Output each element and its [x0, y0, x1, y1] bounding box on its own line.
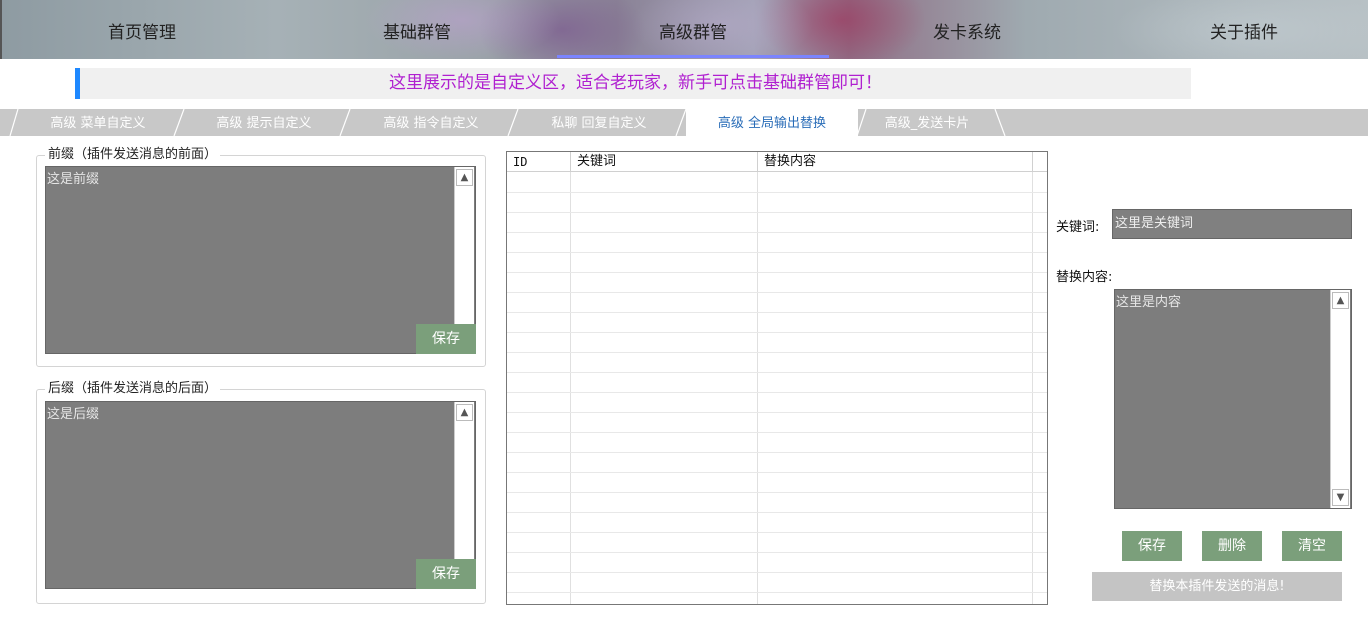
chevron-up-icon[interactable]: ▲: [1332, 292, 1349, 309]
table-row[interactable]: [507, 233, 1047, 253]
tab-global-replace[interactable]: 高级 全局输出替换: [686, 109, 858, 136]
nav-advanced-group[interactable]: 高级群管: [557, 0, 829, 59]
prefix-text: 这是前缀: [47, 172, 100, 187]
prefix-title: 前缀（插件发送消息的前面）: [45, 147, 221, 163]
content-label: 替换内容:: [1056, 270, 1113, 285]
nav-card-system[interactable]: 发卡系统: [867, 0, 1067, 59]
save-button[interactable]: 保存: [1122, 531, 1182, 561]
info-banner: 这里展示的是自定义区，适合老玩家，新手可点击基础群管即可！: [75, 68, 1191, 99]
prefix-scrollbar[interactable]: ▲: [454, 167, 474, 325]
chevron-up-icon[interactable]: ▲: [456, 169, 473, 186]
column-id[interactable]: ID: [507, 152, 571, 172]
suffix-scrollbar[interactable]: ▲: [454, 402, 474, 560]
tab-command-custom[interactable]: 高级 指令自定义: [350, 109, 512, 136]
table-row[interactable]: [507, 173, 1047, 193]
delete-button[interactable]: 删除: [1202, 531, 1262, 561]
table-row[interactable]: [507, 273, 1047, 293]
nav-about[interactable]: 关于插件: [1144, 0, 1344, 59]
keyword-input[interactable]: 这里是关键词: [1112, 209, 1352, 239]
tab-send-card[interactable]: 高级_发送卡片: [862, 109, 992, 136]
table-row[interactable]: [507, 453, 1047, 473]
tab-private-reply[interactable]: 私聊 回复自定义: [518, 109, 680, 136]
prefix-save-button[interactable]: 保存: [416, 324, 476, 354]
table-row[interactable]: [507, 193, 1047, 213]
content-textarea[interactable]: 这里是内容 ▲ ▼: [1114, 289, 1352, 509]
top-nav: 首页管理 基础群管 高级群管 发卡系统 关于插件: [0, 0, 1368, 59]
prefix-textarea[interactable]: 这是前缀 ▲ 保存: [45, 166, 476, 354]
column-keyword[interactable]: 关键词: [571, 152, 758, 172]
table-row[interactable]: [507, 433, 1047, 453]
tab-prompt-custom[interactable]: 高级 提示自定义: [184, 109, 344, 136]
chevron-up-icon[interactable]: ▲: [456, 404, 473, 421]
table-row[interactable]: [507, 553, 1047, 573]
table-row[interactable]: [507, 513, 1047, 533]
table-row[interactable]: [507, 213, 1047, 233]
content-scrollbar[interactable]: ▲ ▼: [1330, 290, 1350, 508]
suffix-textarea[interactable]: 这是后缀 ▲ 保存: [45, 401, 476, 589]
table-row[interactable]: [507, 373, 1047, 393]
table-row[interactable]: [507, 533, 1047, 553]
table-header: ID 关键词 替换内容: [507, 152, 1047, 172]
column-replacement[interactable]: 替换内容: [758, 152, 1033, 172]
table-row[interactable]: [507, 473, 1047, 493]
replace-table[interactable]: ID 关键词 替换内容: [506, 151, 1048, 605]
table-row[interactable]: [507, 353, 1047, 373]
table-row[interactable]: [507, 313, 1047, 333]
table-row[interactable]: [507, 493, 1047, 513]
nav-home[interactable]: 首页管理: [42, 0, 242, 59]
table-row[interactable]: [507, 293, 1047, 313]
chevron-down-icon[interactable]: ▼: [1332, 489, 1349, 506]
table-row[interactable]: [507, 393, 1047, 413]
table-row[interactable]: [507, 413, 1047, 433]
nav-basic-group[interactable]: 基础群管: [317, 0, 517, 59]
clear-button[interactable]: 清空: [1282, 531, 1342, 561]
table-row[interactable]: [507, 253, 1047, 273]
table-row[interactable]: [507, 333, 1047, 353]
suffix-save-button[interactable]: 保存: [416, 559, 476, 589]
content-text: 这里是内容: [1116, 295, 1182, 310]
table-row[interactable]: [507, 573, 1047, 593]
subtab-bar: 高级 菜单自定义 高级 提示自定义 高级 指令自定义 私聊 回复自定义 高级 全…: [0, 109, 1368, 136]
suffix-text: 这是后缀: [47, 407, 100, 422]
suffix-title: 后缀（插件发送消息的后面）: [45, 381, 221, 397]
info-text: 这里展示的是自定义区，适合老玩家，新手可点击基础群管即可！: [389, 73, 882, 93]
tab-menu-custom[interactable]: 高级 菜单自定义: [18, 109, 178, 136]
keyword-label: 关键词:: [1056, 220, 1100, 235]
replace-hint-button[interactable]: 替换本插件发送的消息!: [1092, 572, 1342, 601]
